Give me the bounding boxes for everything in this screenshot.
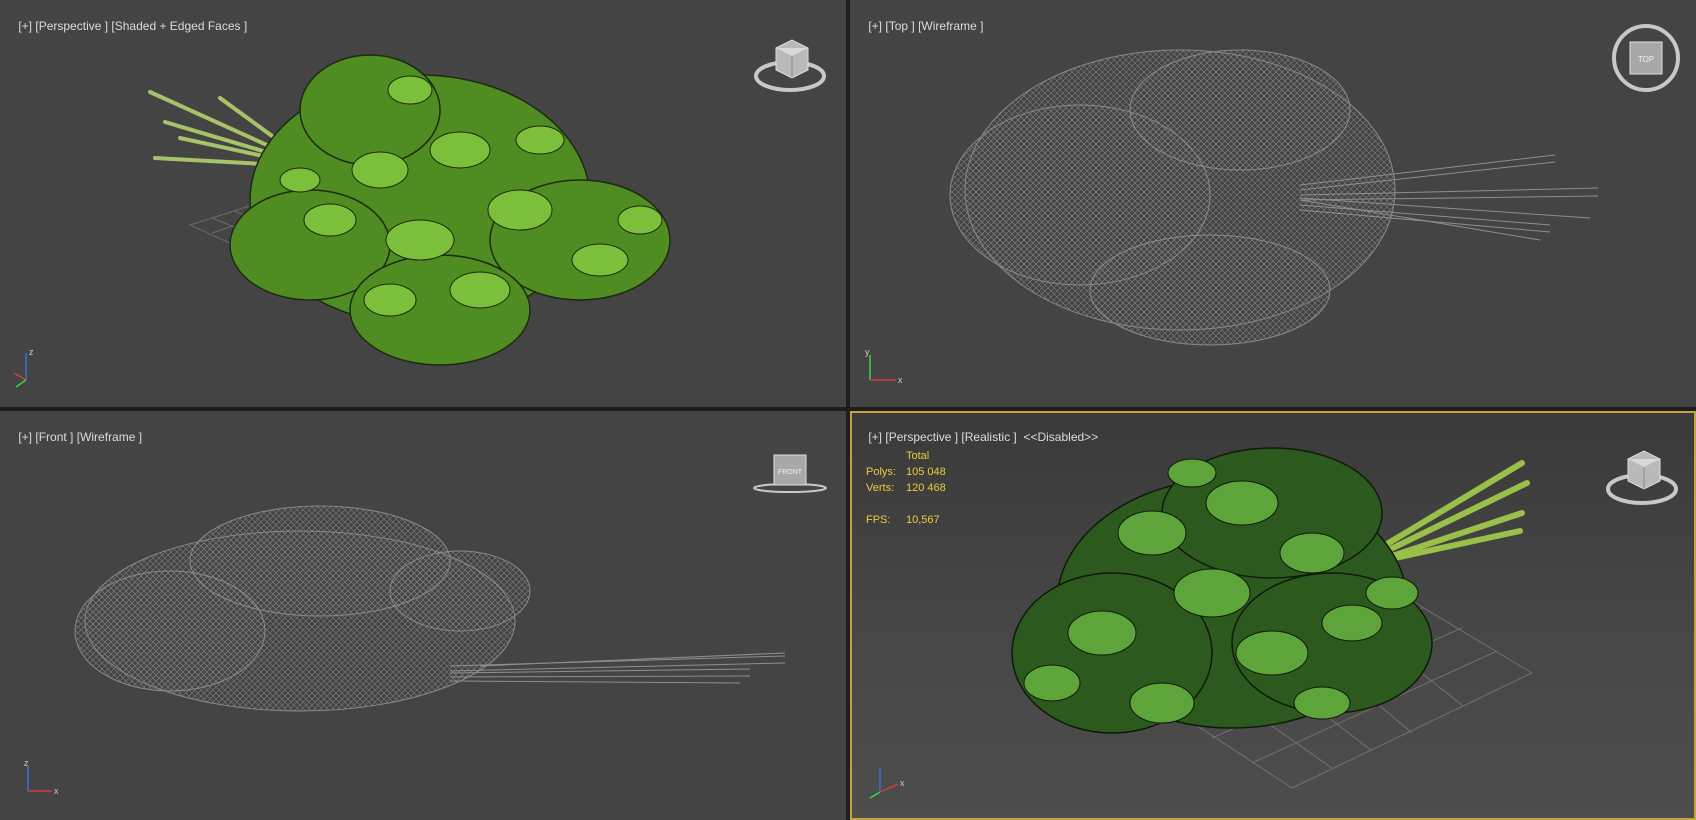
axis-tripod-icon: x [869,768,905,799]
axis-x-label: x [54,786,58,796]
viewcube[interactable] [752,34,828,96]
stats-total-heading: Total [906,450,930,462]
axis-tripod-icon: z [13,347,34,388]
stats-polys-value: 105 048 [906,466,946,478]
viewport-top-wireframe[interactable]: [+] [Top ] [Wireframe ] TOP y x [850,0,1696,407]
axis-z-label: z [29,347,34,357]
axis-tripod-icon: y x [865,347,903,385]
shading-mode-menu[interactable]: [Shaded + Edged Faces ] [111,19,247,33]
viewcube-face-label: TOP [1638,55,1654,64]
stats-verts-label: Verts: [866,482,895,494]
statistics-overlay: Total Polys: 105 048 Verts: 120 468 FPS: 10… [866,448,946,528]
axis-tripod-icon: z x [24,758,58,796]
parsley-realistic-render [1011,447,1534,789]
viewport-perspective-realistic[interactable]: [+] [Perspective ] [Realistic ] <<Disabl… [850,411,1696,820]
view-type-menu[interactable]: [Perspective ] [885,430,958,444]
viewcube[interactable]: TOP [1606,20,1686,96]
stats-polys-label: Polys: [866,466,896,478]
axis-x-label: x [900,778,905,788]
stats-fps-value: 10,567 [906,514,940,526]
parsley-shaded-render [148,54,671,366]
axis-y-label: y [865,347,870,357]
viewcube[interactable]: FRONT [752,449,832,499]
view-type-menu[interactable]: [Top ] [885,19,914,33]
stats-verts-value: 120 468 [906,482,946,494]
disabled-indicator[interactable]: <<Disabled>> [1023,430,1098,444]
viewcube[interactable] [1602,443,1682,509]
viewport-perspective-shaded[interactable]: [+] [Perspective ] [Shaded + Edged Faces… [0,0,846,407]
viewport-label: [+] [Front ] [Wireframe ] [5,416,142,458]
axis-x-label: x [898,375,903,385]
shading-mode-menu[interactable]: [Wireframe ] [918,19,983,33]
viewport-label: [+] [Perspective ] [Shaded + Edged Faces… [5,5,247,47]
viewport-label: [+] [Top ] [Wireframe ] [855,5,983,47]
shading-mode-menu[interactable]: [Realistic ] [961,430,1016,444]
viewport-menu-button[interactable]: [+] [868,430,882,444]
view-type-menu[interactable]: [Perspective ] [35,19,108,33]
viewport-front-wireframe[interactable]: [+] [Front ] [Wireframe ] FRONT z x [0,411,846,820]
viewport-menu-button[interactable]: [+] [18,430,32,444]
stats-fps-label: FPS: [866,514,891,526]
viewport-menu-button[interactable]: [+] [868,19,882,33]
viewcube-face-label: FRONT [778,469,803,476]
viewport-menu-button[interactable]: [+] [18,19,32,33]
parsley-wireframe-front [74,505,786,712]
view-type-menu[interactable]: [Front ] [35,430,73,444]
parsley-wireframe-top [949,49,1599,346]
axis-z-label: z [24,758,29,768]
shading-mode-menu[interactable]: [Wireframe ] [77,430,142,444]
